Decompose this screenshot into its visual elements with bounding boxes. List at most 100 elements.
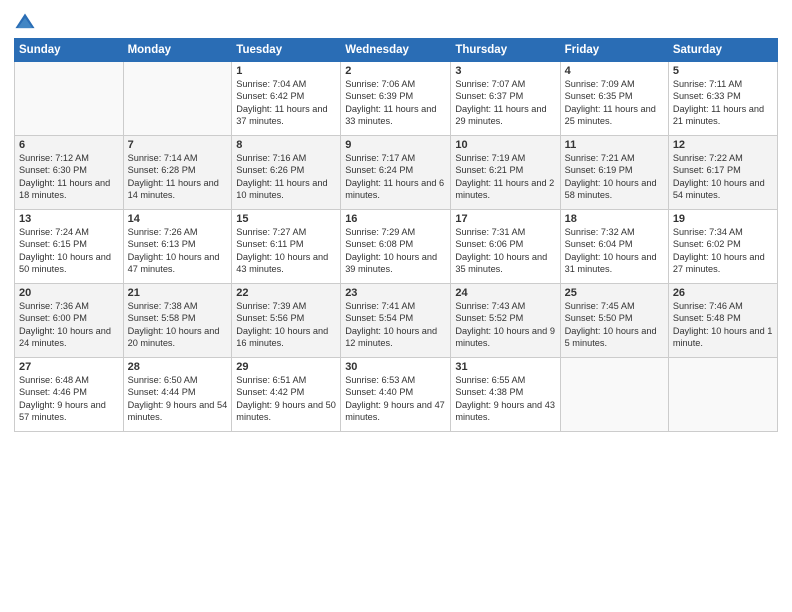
day-info: Sunrise: 7:34 AM Sunset: 6:02 PM Dayligh… <box>673 226 773 276</box>
day-info: Sunrise: 7:46 AM Sunset: 5:48 PM Dayligh… <box>673 300 773 350</box>
day-info: Sunrise: 7:22 AM Sunset: 6:17 PM Dayligh… <box>673 152 773 202</box>
day-info: Sunrise: 7:39 AM Sunset: 5:56 PM Dayligh… <box>236 300 336 350</box>
day-info: Sunrise: 7:07 AM Sunset: 6:37 PM Dayligh… <box>455 78 555 128</box>
day-info: Sunrise: 7:32 AM Sunset: 6:04 PM Dayligh… <box>565 226 664 276</box>
day-number: 6 <box>19 139 119 151</box>
day-number: 4 <box>565 65 664 77</box>
calendar-cell: 2Sunrise: 7:06 AM Sunset: 6:39 PM Daylig… <box>341 62 451 136</box>
calendar-cell: 9Sunrise: 7:17 AM Sunset: 6:24 PM Daylig… <box>341 136 451 210</box>
calendar-week-row: 6Sunrise: 7:12 AM Sunset: 6:30 PM Daylig… <box>15 136 778 210</box>
day-number: 12 <box>673 139 773 151</box>
day-number: 28 <box>128 361 228 373</box>
calendar-cell <box>560 358 668 432</box>
weekday-header: Thursday <box>451 39 560 62</box>
day-info: Sunrise: 7:36 AM Sunset: 6:00 PM Dayligh… <box>19 300 119 350</box>
calendar-week-row: 20Sunrise: 7:36 AM Sunset: 6:00 PM Dayli… <box>15 284 778 358</box>
calendar-cell: 20Sunrise: 7:36 AM Sunset: 6:00 PM Dayli… <box>15 284 124 358</box>
day-number: 17 <box>455 213 555 225</box>
calendar-week-row: 27Sunrise: 6:48 AM Sunset: 4:46 PM Dayli… <box>15 358 778 432</box>
calendar-cell: 30Sunrise: 6:53 AM Sunset: 4:40 PM Dayli… <box>341 358 451 432</box>
day-number: 15 <box>236 213 336 225</box>
calendar-cell: 23Sunrise: 7:41 AM Sunset: 5:54 PM Dayli… <box>341 284 451 358</box>
day-number: 7 <box>128 139 228 151</box>
day-info: Sunrise: 7:31 AM Sunset: 6:06 PM Dayligh… <box>455 226 555 276</box>
header <box>14 12 778 34</box>
day-info: Sunrise: 7:24 AM Sunset: 6:15 PM Dayligh… <box>19 226 119 276</box>
calendar-cell: 29Sunrise: 6:51 AM Sunset: 4:42 PM Dayli… <box>232 358 341 432</box>
calendar-cell: 7Sunrise: 7:14 AM Sunset: 6:28 PM Daylig… <box>123 136 232 210</box>
day-info: Sunrise: 7:45 AM Sunset: 5:50 PM Dayligh… <box>565 300 664 350</box>
day-info: Sunrise: 6:48 AM Sunset: 4:46 PM Dayligh… <box>19 374 119 424</box>
calendar-cell: 27Sunrise: 6:48 AM Sunset: 4:46 PM Dayli… <box>15 358 124 432</box>
calendar-cell: 8Sunrise: 7:16 AM Sunset: 6:26 PM Daylig… <box>232 136 341 210</box>
logo <box>14 12 40 34</box>
day-info: Sunrise: 7:06 AM Sunset: 6:39 PM Dayligh… <box>345 78 446 128</box>
day-info: Sunrise: 7:16 AM Sunset: 6:26 PM Dayligh… <box>236 152 336 202</box>
day-info: Sunrise: 6:50 AM Sunset: 4:44 PM Dayligh… <box>128 374 228 424</box>
day-number: 8 <box>236 139 336 151</box>
day-number: 1 <box>236 65 336 77</box>
weekday-header: Saturday <box>668 39 777 62</box>
day-info: Sunrise: 7:09 AM Sunset: 6:35 PM Dayligh… <box>565 78 664 128</box>
day-number: 14 <box>128 213 228 225</box>
day-number: 11 <box>565 139 664 151</box>
calendar-cell: 22Sunrise: 7:39 AM Sunset: 5:56 PM Dayli… <box>232 284 341 358</box>
day-info: Sunrise: 6:51 AM Sunset: 4:42 PM Dayligh… <box>236 374 336 424</box>
day-info: Sunrise: 7:27 AM Sunset: 6:11 PM Dayligh… <box>236 226 336 276</box>
calendar-cell: 12Sunrise: 7:22 AM Sunset: 6:17 PM Dayli… <box>668 136 777 210</box>
day-info: Sunrise: 6:53 AM Sunset: 4:40 PM Dayligh… <box>345 374 446 424</box>
calendar-header-row: SundayMondayTuesdayWednesdayThursdayFrid… <box>15 39 778 62</box>
calendar-cell <box>15 62 124 136</box>
day-number: 22 <box>236 287 336 299</box>
calendar-cell: 3Sunrise: 7:07 AM Sunset: 6:37 PM Daylig… <box>451 62 560 136</box>
day-number: 23 <box>345 287 446 299</box>
calendar-cell: 6Sunrise: 7:12 AM Sunset: 6:30 PM Daylig… <box>15 136 124 210</box>
day-number: 9 <box>345 139 446 151</box>
calendar-cell: 16Sunrise: 7:29 AM Sunset: 6:08 PM Dayli… <box>341 210 451 284</box>
calendar-cell: 25Sunrise: 7:45 AM Sunset: 5:50 PM Dayli… <box>560 284 668 358</box>
calendar-cell <box>668 358 777 432</box>
calendar-cell: 15Sunrise: 7:27 AM Sunset: 6:11 PM Dayli… <box>232 210 341 284</box>
day-info: Sunrise: 7:19 AM Sunset: 6:21 PM Dayligh… <box>455 152 555 202</box>
day-number: 20 <box>19 287 119 299</box>
calendar-cell: 24Sunrise: 7:43 AM Sunset: 5:52 PM Dayli… <box>451 284 560 358</box>
calendar-cell: 18Sunrise: 7:32 AM Sunset: 6:04 PM Dayli… <box>560 210 668 284</box>
calendar-cell: 1Sunrise: 7:04 AM Sunset: 6:42 PM Daylig… <box>232 62 341 136</box>
weekday-header: Wednesday <box>341 39 451 62</box>
logo-icon <box>14 12 36 34</box>
calendar-table: SundayMondayTuesdayWednesdayThursdayFrid… <box>14 38 778 432</box>
day-number: 16 <box>345 213 446 225</box>
day-number: 27 <box>19 361 119 373</box>
day-number: 18 <box>565 213 664 225</box>
day-number: 29 <box>236 361 336 373</box>
calendar-cell: 13Sunrise: 7:24 AM Sunset: 6:15 PM Dayli… <box>15 210 124 284</box>
weekday-header: Friday <box>560 39 668 62</box>
page-container: SundayMondayTuesdayWednesdayThursdayFrid… <box>0 0 792 612</box>
day-number: 31 <box>455 361 555 373</box>
day-number: 19 <box>673 213 773 225</box>
day-info: Sunrise: 7:41 AM Sunset: 5:54 PM Dayligh… <box>345 300 446 350</box>
day-number: 21 <box>128 287 228 299</box>
day-number: 3 <box>455 65 555 77</box>
weekday-header: Sunday <box>15 39 124 62</box>
calendar-week-row: 13Sunrise: 7:24 AM Sunset: 6:15 PM Dayli… <box>15 210 778 284</box>
day-info: Sunrise: 7:21 AM Sunset: 6:19 PM Dayligh… <box>565 152 664 202</box>
day-info: Sunrise: 7:14 AM Sunset: 6:28 PM Dayligh… <box>128 152 228 202</box>
calendar-cell <box>123 62 232 136</box>
day-number: 13 <box>19 213 119 225</box>
day-number: 26 <box>673 287 773 299</box>
calendar-cell: 11Sunrise: 7:21 AM Sunset: 6:19 PM Dayli… <box>560 136 668 210</box>
calendar-cell: 5Sunrise: 7:11 AM Sunset: 6:33 PM Daylig… <box>668 62 777 136</box>
calendar-cell: 31Sunrise: 6:55 AM Sunset: 4:38 PM Dayli… <box>451 358 560 432</box>
day-info: Sunrise: 7:12 AM Sunset: 6:30 PM Dayligh… <box>19 152 119 202</box>
day-info: Sunrise: 7:38 AM Sunset: 5:58 PM Dayligh… <box>128 300 228 350</box>
day-info: Sunrise: 7:17 AM Sunset: 6:24 PM Dayligh… <box>345 152 446 202</box>
day-info: Sunrise: 7:43 AM Sunset: 5:52 PM Dayligh… <box>455 300 555 350</box>
day-number: 5 <box>673 65 773 77</box>
day-info: Sunrise: 7:29 AM Sunset: 6:08 PM Dayligh… <box>345 226 446 276</box>
day-number: 24 <box>455 287 555 299</box>
calendar-cell: 14Sunrise: 7:26 AM Sunset: 6:13 PM Dayli… <box>123 210 232 284</box>
day-number: 30 <box>345 361 446 373</box>
calendar-week-row: 1Sunrise: 7:04 AM Sunset: 6:42 PM Daylig… <box>15 62 778 136</box>
calendar-cell: 21Sunrise: 7:38 AM Sunset: 5:58 PM Dayli… <box>123 284 232 358</box>
